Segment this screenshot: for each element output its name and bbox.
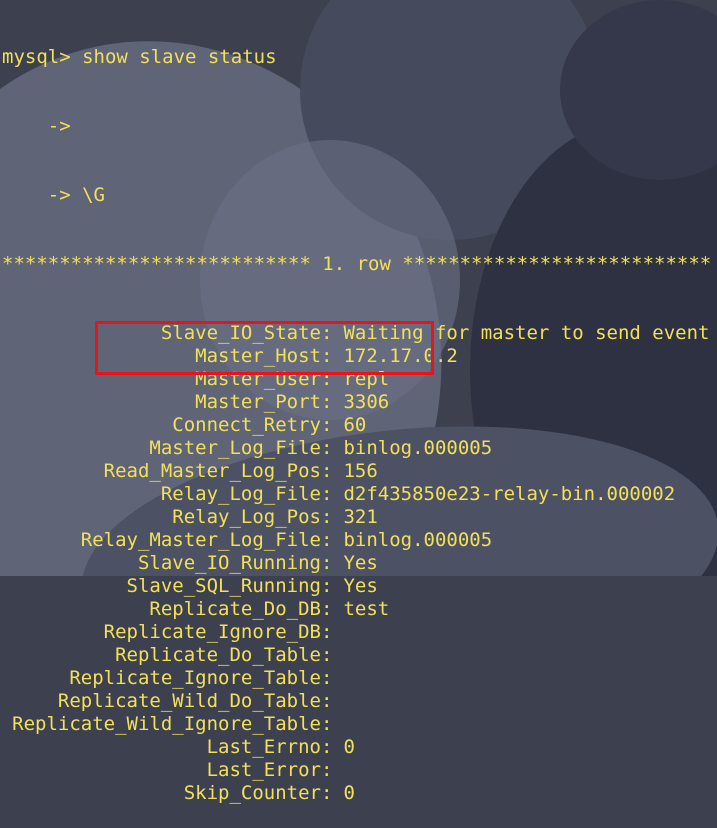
- status-field-row: Replicate_Do_DB: test: [2, 598, 711, 621]
- field-key: Last_Error: [206, 759, 321, 781]
- status-field-row: Read_Master_Log_Pos:156: [2, 460, 711, 483]
- status-field-row: Replicate_Wild_Do_Table:: [2, 690, 711, 713]
- status-field-row: Master_Port:3306: [2, 391, 711, 414]
- field-value: binlog.000005: [343, 437, 493, 459]
- field-value: [332, 667, 343, 690]
- field-value: 3306: [343, 391, 390, 413]
- field-key: Last_Errno: [206, 736, 321, 758]
- terminal-output[interactable]: mysql> show slave status -> -> \G ******…: [2, 0, 711, 828]
- field-key: Master_Log_File: [149, 437, 321, 459]
- continuation-line: ->: [2, 115, 71, 137]
- field-value: [332, 713, 343, 736]
- status-field-row: Slave_SQL_Running: Yes: [2, 575, 711, 598]
- field-value: 60: [343, 414, 367, 436]
- field-separator: :: [321, 483, 333, 505]
- field-value: 156: [343, 460, 378, 482]
- field-key: Replicate_Wild_Do_Table: [57, 690, 321, 712]
- field-key: Relay_Log_File: [160, 483, 321, 505]
- field-value: [332, 621, 343, 644]
- field-separator: :: [321, 460, 333, 482]
- field-key: Slave_IO_Running: [137, 552, 321, 574]
- field-value: [332, 759, 343, 782]
- status-field-row: Relay_Log_File: d2f435850e23-relay-bin.00…: [2, 483, 711, 506]
- status-field-row: Master_Log_File: binlog.000005: [2, 437, 711, 460]
- field-key: Replicate_Do_Table: [115, 644, 321, 666]
- field-separator: :: [321, 552, 333, 574]
- status-field-row: Replicate_Wild_Ignore_Table:: [2, 713, 711, 736]
- status-field-row: Replicate_Ignore_DB:: [2, 621, 711, 644]
- field-value: 0: [343, 736, 355, 758]
- field-key: Replicate_Ignore_Table: [69, 667, 321, 689]
- field-key: Skip_Counter: [183, 782, 321, 804]
- field-separator: :: [321, 690, 333, 712]
- status-field-row: Replicate_Ignore_Table:: [2, 667, 711, 690]
- field-value: test: [343, 598, 390, 620]
- status-field-row: Relay_Master_Log_File: binlog.000005: [2, 529, 711, 552]
- field-value: Yes: [343, 575, 378, 597]
- status-field-row: Last_Error:: [2, 759, 711, 782]
- field-key: Replicate_Ignore_DB: [103, 621, 321, 643]
- field-value: 0: [343, 782, 355, 804]
- status-field-row: Slave_IO_Running: Yes: [2, 552, 711, 575]
- row-header: *************************** 1. row *****…: [2, 253, 712, 275]
- field-separator: :: [321, 644, 333, 666]
- field-value: d2f435850e23-relay-bin.000002: [343, 483, 676, 505]
- highlight-annotation-box: [95, 321, 434, 375]
- field-separator: :: [321, 713, 333, 735]
- status-field-row: Connect_Retry:60: [2, 414, 711, 437]
- field-separator: :: [321, 437, 333, 459]
- status-field-row: Last_Errno:0: [2, 736, 711, 759]
- field-key: Master_Port: [195, 391, 321, 413]
- status-field-row: Skip_Counter:0: [2, 782, 711, 805]
- continuation-line: -> \G: [2, 184, 105, 206]
- field-separator: :: [321, 414, 333, 436]
- status-field-row: Replicate_Do_Table:: [2, 644, 711, 667]
- field-key: Connect_Retry: [172, 414, 321, 436]
- field-key: Slave_SQL_Running: [126, 575, 321, 597]
- field-separator: :: [321, 575, 333, 597]
- field-separator: :: [321, 759, 333, 781]
- field-separator: :: [321, 529, 333, 551]
- field-value: [332, 690, 343, 713]
- field-separator: :: [321, 736, 333, 758]
- status-field-row: Relay_Log_Pos:321: [2, 506, 711, 529]
- field-value: Yes: [343, 552, 378, 574]
- field-separator: :: [321, 506, 333, 528]
- field-separator: :: [321, 782, 333, 804]
- field-key: Replicate_Do_DB: [149, 598, 321, 620]
- field-separator: :: [321, 598, 333, 620]
- field-separator: :: [321, 667, 333, 689]
- field-key: Read_Master_Log_Pos: [103, 460, 321, 482]
- field-value: [332, 644, 343, 667]
- command-prompt-line: mysql> show slave status: [2, 46, 277, 68]
- field-value: binlog.000005: [343, 529, 493, 551]
- field-key: Relay_Log_Pos: [172, 506, 321, 528]
- field-key: Replicate_Wild_Ignore_Table: [12, 713, 321, 735]
- field-value: 321: [343, 506, 378, 528]
- field-separator: :: [321, 621, 333, 643]
- status-field-list: Slave_IO_State: Waiting for master to sen…: [2, 322, 711, 805]
- field-key: Relay_Master_Log_File: [80, 529, 321, 551]
- field-separator: :: [321, 391, 333, 413]
